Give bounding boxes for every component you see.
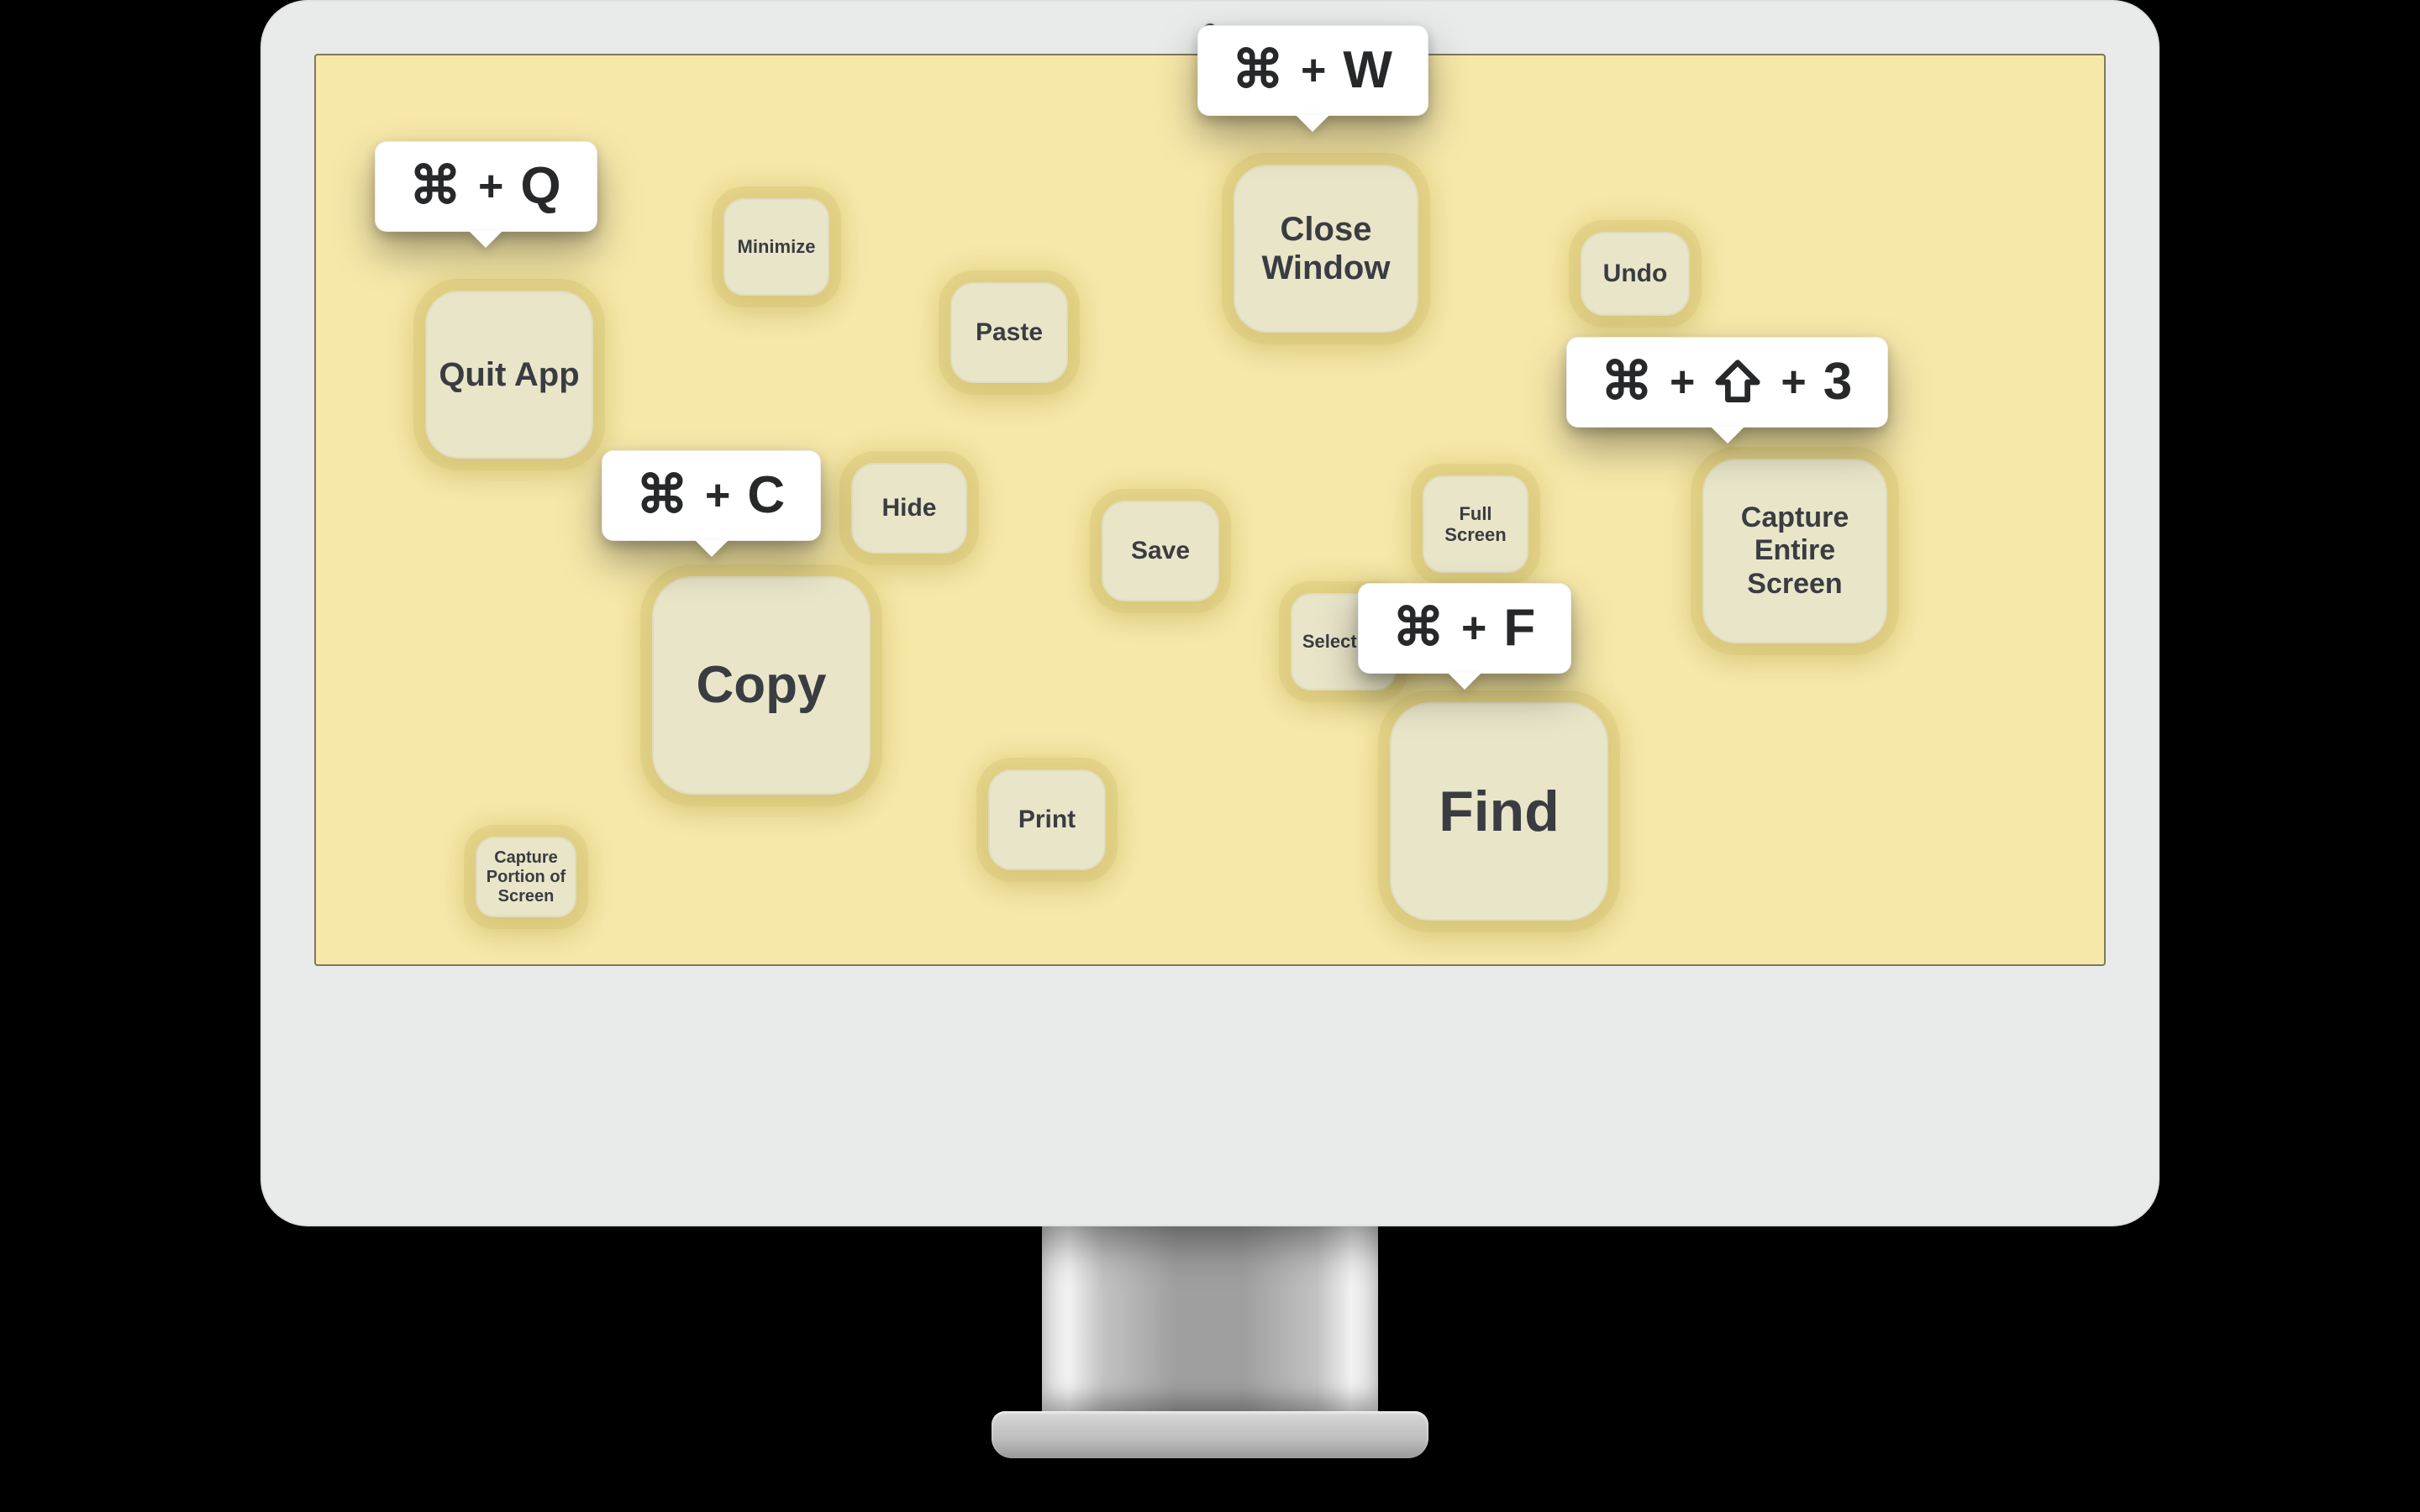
card-save[interactable]: Save bbox=[1102, 501, 1219, 601]
card-label: Copy bbox=[697, 655, 827, 715]
card-label: Minimize bbox=[738, 236, 816, 257]
card-hide[interactable]: Hide bbox=[851, 463, 967, 554]
card-minimize[interactable]: Minimize bbox=[723, 198, 829, 296]
command-icon: ⌘ bbox=[1392, 602, 1444, 654]
card-full-screen[interactable]: Full Screen bbox=[1423, 475, 1528, 573]
card-print[interactable]: Print bbox=[988, 769, 1106, 870]
card-label: Find bbox=[1439, 779, 1560, 844]
card-paste[interactable]: Paste bbox=[950, 282, 1068, 383]
card-label: Print bbox=[1018, 806, 1076, 835]
shortcut-key: C bbox=[747, 470, 786, 522]
card-label: Paste bbox=[976, 318, 1043, 348]
shortcut-bubble-capture-entire-screen: ⌘ + + 3 bbox=[1566, 337, 1888, 428]
plus-icon: + bbox=[1670, 360, 1695, 404]
monitor-stand-neck bbox=[1042, 1226, 1378, 1411]
shortcut-bubble-close-window: ⌘ + W bbox=[1197, 25, 1428, 116]
card-undo[interactable]: Undo bbox=[1581, 232, 1690, 316]
card-quit-app[interactable]: Quit App bbox=[425, 291, 593, 459]
plus-icon: + bbox=[478, 165, 503, 208]
card-find[interactable]: Find bbox=[1390, 702, 1608, 921]
command-icon: ⌘ bbox=[1232, 45, 1284, 97]
shortcut-key: 3 bbox=[1823, 356, 1854, 408]
shortcut-bubble-find: ⌘ + F bbox=[1358, 583, 1571, 674]
card-label: Hide bbox=[881, 494, 936, 523]
command-icon: ⌘ bbox=[1601, 356, 1653, 408]
card-label: Full Screen bbox=[1429, 503, 1522, 546]
card-label: Save bbox=[1131, 537, 1190, 566]
shift-icon bbox=[1712, 356, 1764, 408]
shortcut-bubble-copy: ⌘ + C bbox=[602, 450, 821, 541]
shortcut-key: W bbox=[1343, 45, 1394, 97]
card-label: Capture Entire Screen bbox=[1709, 501, 1881, 600]
plus-icon: + bbox=[1301, 49, 1326, 92]
card-label: Capture Portion of Screen bbox=[482, 848, 570, 906]
shortcut-bubble-quit-app: ⌘ + Q bbox=[375, 141, 597, 232]
card-label: Undo bbox=[1603, 260, 1668, 289]
shortcut-key: F bbox=[1503, 602, 1537, 654]
monitor-stand-foot bbox=[992, 1411, 1428, 1458]
card-label: Quit App bbox=[439, 355, 579, 394]
plus-icon: + bbox=[1461, 606, 1486, 650]
command-icon: ⌘ bbox=[636, 470, 688, 522]
plus-icon: + bbox=[1781, 360, 1806, 404]
command-icon: ⌘ bbox=[409, 160, 461, 213]
card-copy[interactable]: Copy bbox=[652, 576, 871, 795]
plus-icon: + bbox=[705, 474, 730, 517]
card-capture-entire-screen[interactable]: Capture Entire Screen bbox=[1702, 459, 1887, 643]
card-label: Close Window bbox=[1240, 210, 1412, 287]
shortcut-key: Q bbox=[520, 160, 562, 213]
card-capture-portion-screen[interactable]: Capture Portion of Screen bbox=[476, 837, 576, 917]
card-close-window[interactable]: Close Window bbox=[1234, 165, 1418, 333]
